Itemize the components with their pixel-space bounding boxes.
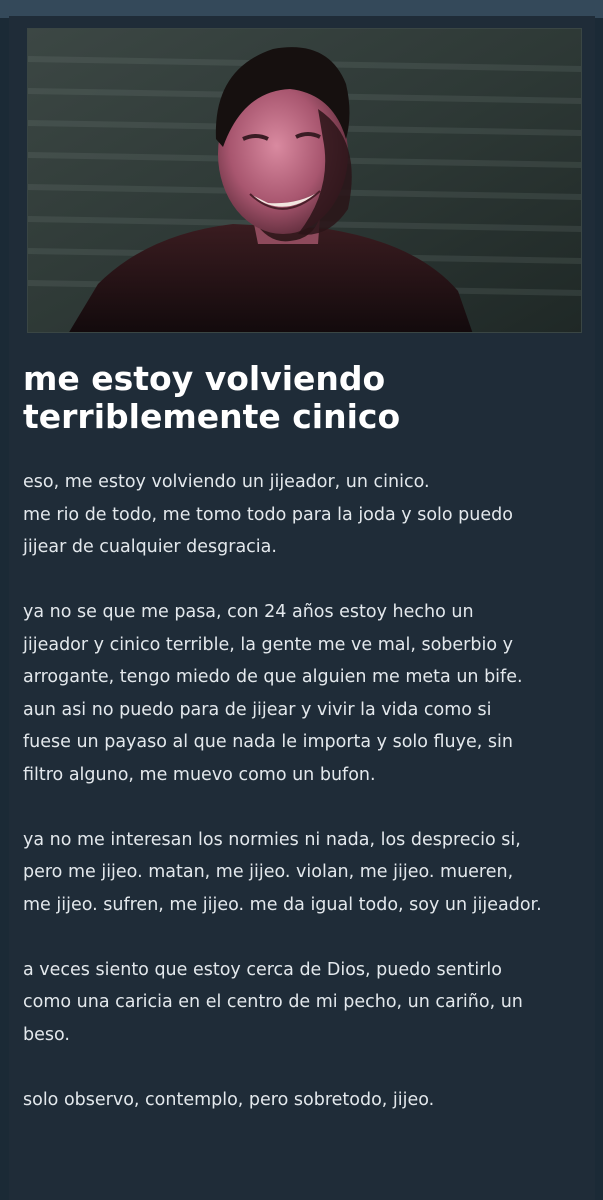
post-body: eso, me estoy volviendo un jijeador, un … — [23, 466, 589, 1149]
post-image-illustration — [28, 29, 581, 332]
body-paragraph: ya no me interesan los normies ni nada, … — [23, 829, 542, 915]
body-paragraph: ya no se que me pasa, con 24 años estoy … — [23, 602, 523, 785]
body-paragraph: a veces siento que estoy cerca de Dios, … — [23, 959, 523, 1045]
page: me estoy volviendo terriblemente cinico … — [0, 0, 603, 1200]
body-paragraph: solo observo, contemplo, pero sobretodo,… — [23, 1089, 435, 1110]
body-paragraph: eso, me estoy volviendo un jijeador, un … — [23, 472, 513, 557]
post-image[interactable] — [27, 28, 582, 333]
post-card: me estoy volviendo terriblemente cinico … — [9, 16, 595, 1200]
post-title: me estoy volviendo terriblemente cinico — [23, 359, 401, 436]
